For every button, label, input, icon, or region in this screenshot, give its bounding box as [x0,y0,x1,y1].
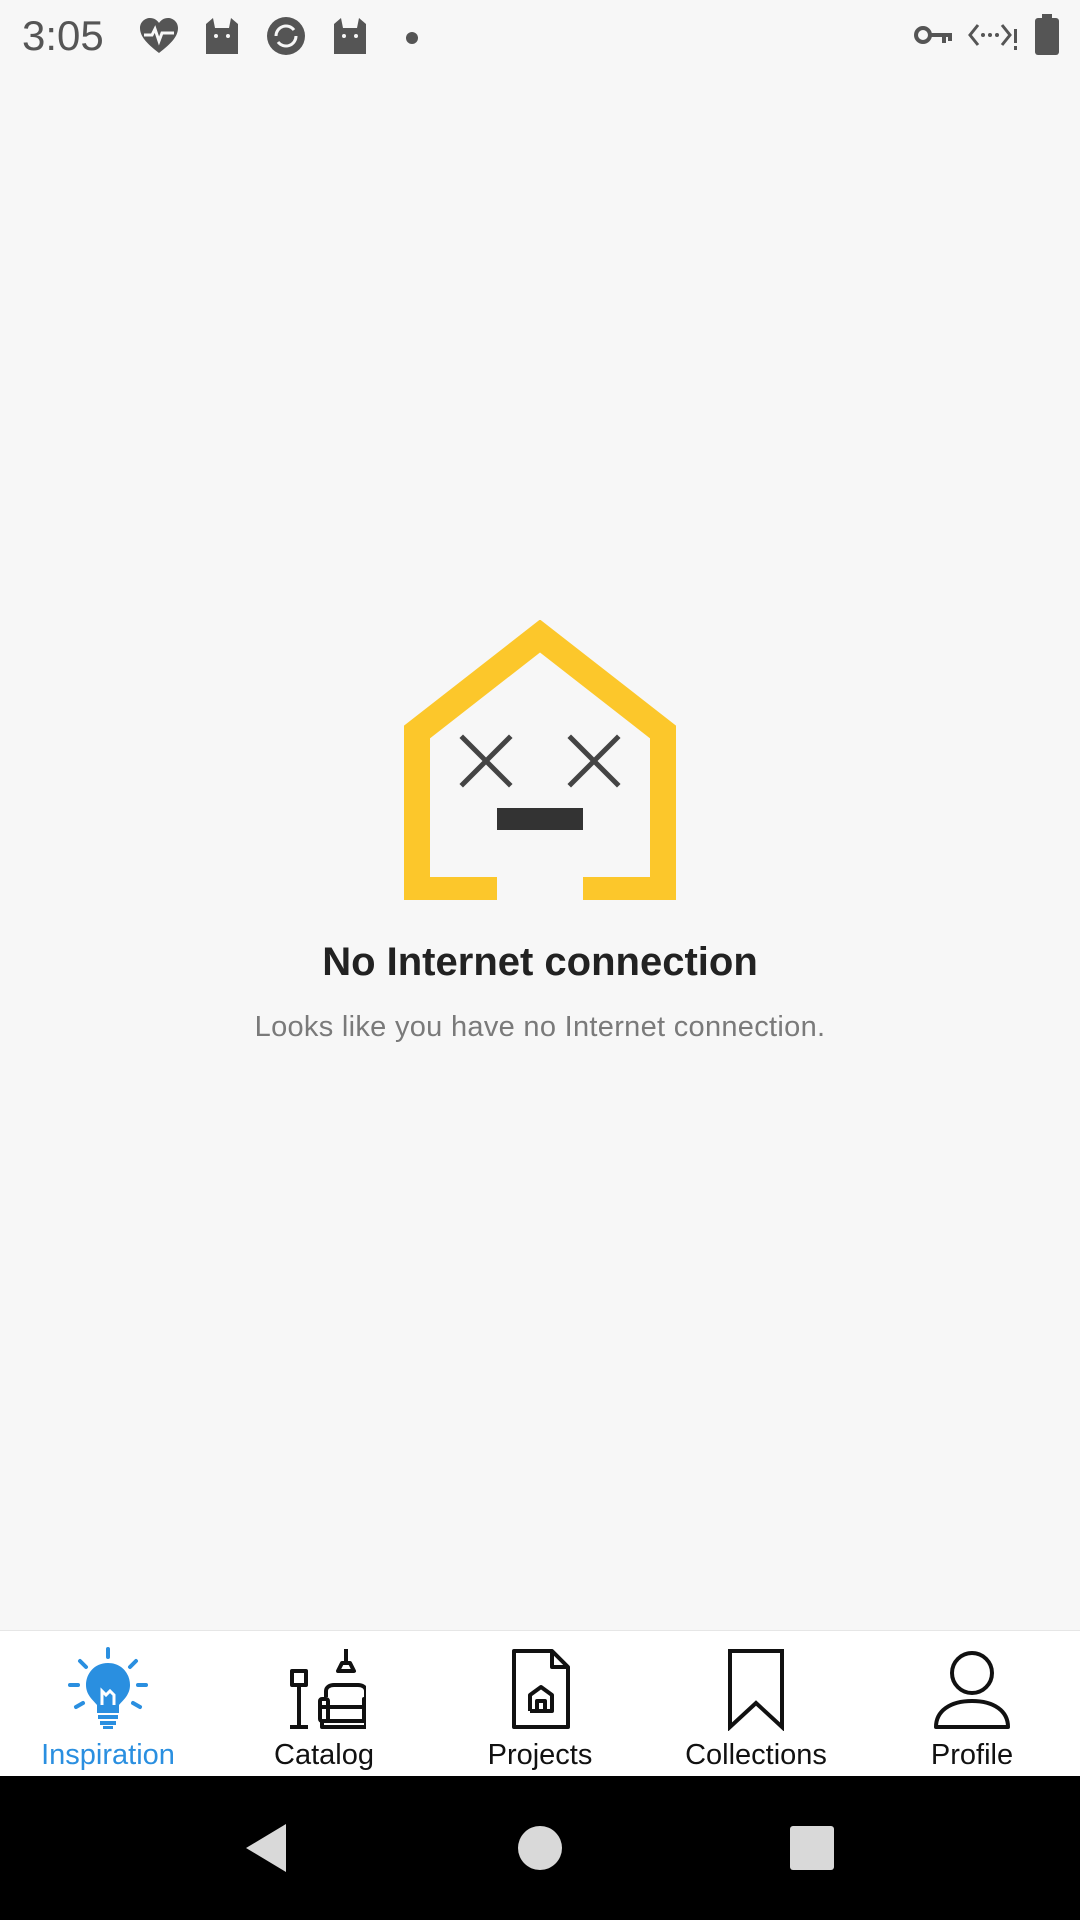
system-status-icons [914,14,1060,61]
nav-label: Projects [487,1739,593,1771]
home-icon[interactable] [512,1820,568,1876]
nav-item-catalog[interactable]: Catalog [216,1631,432,1777]
cat-icon [330,16,370,61]
nav-label: Catalog [274,1739,374,1771]
heart-pulse-icon [138,17,180,60]
nav-label: Profile [930,1739,1014,1771]
empty-state-title: No Internet connection [322,940,758,984]
lightbulb-icon [63,1647,153,1731]
system-navigation-bar [0,1776,1080,1920]
recents-icon[interactable] [784,1820,840,1876]
sync-badge-icon [264,14,308,63]
nav-item-profile[interactable]: Profile [864,1631,1080,1777]
dot-icon [392,16,432,61]
nav-label: Inspiration [41,1739,175,1771]
data-saver-icon [968,17,1020,58]
furniture-icon [279,1647,369,1731]
dead-house-icon [395,619,685,903]
house-document-icon [495,1647,585,1731]
nav-label: Collections [685,1739,827,1771]
vpn-key-icon [914,20,954,55]
notification-icons [138,14,432,63]
status-bar: 3:05 [0,0,1080,74]
nav-item-collections[interactable]: Collections [648,1631,864,1777]
battery-icon [1034,14,1060,61]
nav-item-inspiration[interactable]: Inspiration [0,1631,216,1777]
empty-state-subtitle: Looks like you have no Internet connecti… [254,1011,826,1043]
bottom-navigation: Inspiration Catalog Projects Collections… [0,1630,1080,1777]
no-connection-empty-state: No Internet connection Looks like you ha… [0,619,1080,1044]
bookmark-icon [711,1647,801,1731]
cat-icon [202,16,242,61]
person-icon [927,1647,1017,1731]
status-time: 3:05 [22,12,104,59]
back-icon[interactable] [240,1820,296,1876]
nav-item-projects[interactable]: Projects [432,1631,648,1777]
